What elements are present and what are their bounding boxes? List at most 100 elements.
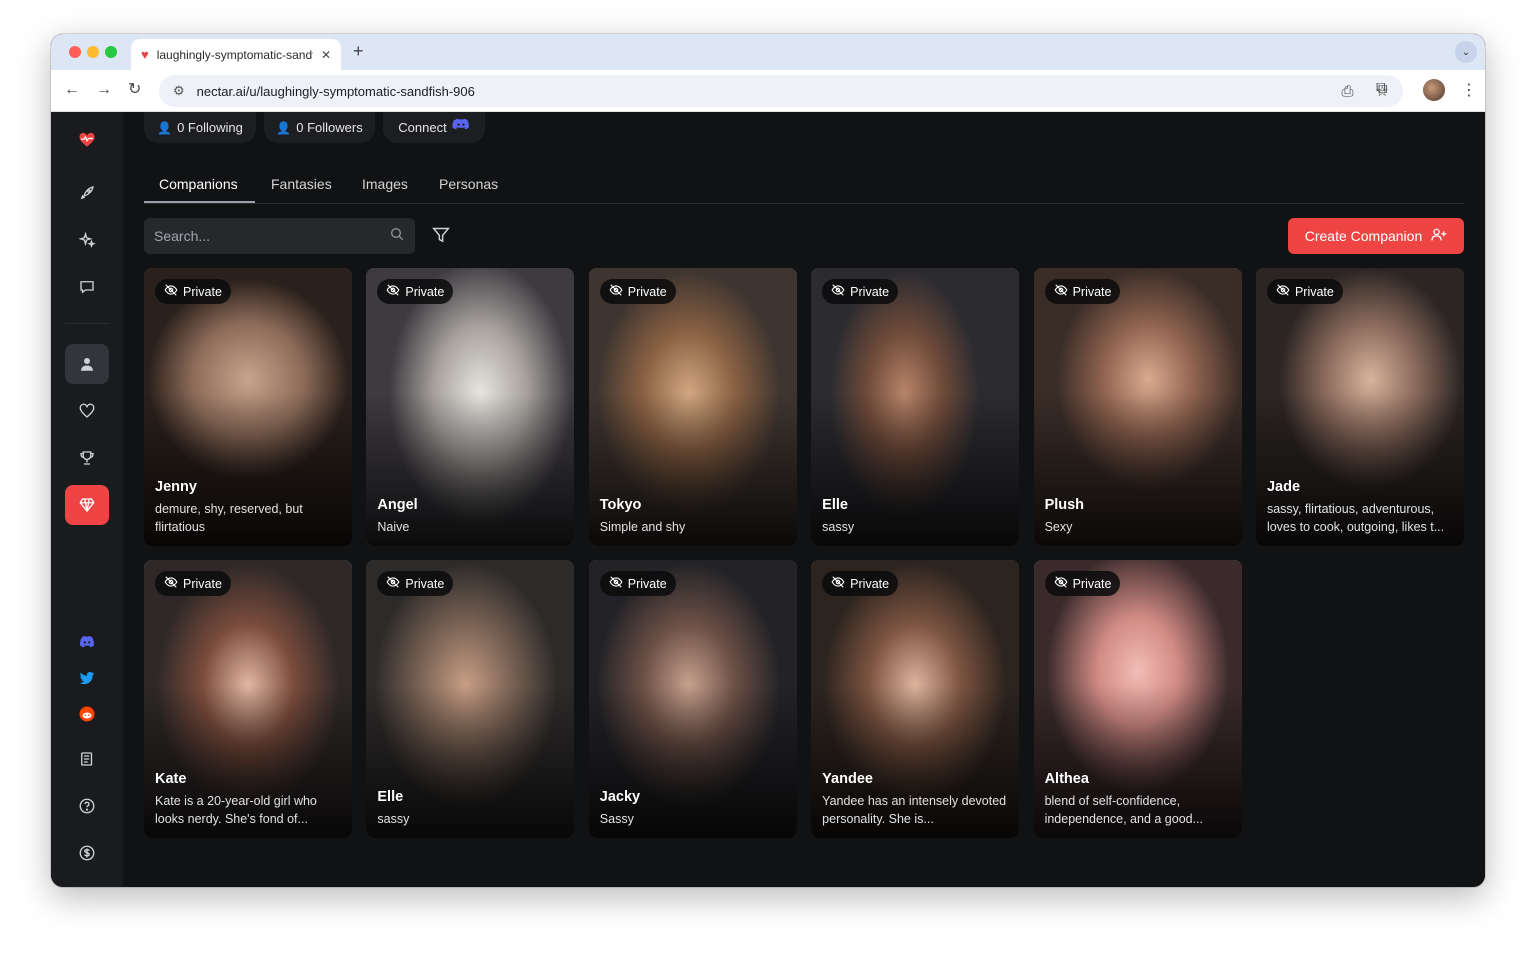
- companion-description: Yandee has an intensely devoted personal…: [822, 794, 1007, 826]
- reddit-icon[interactable]: [65, 694, 109, 734]
- companion-description: sassy: [822, 520, 855, 534]
- connect-discord-button[interactable]: Connect: [383, 112, 485, 143]
- eye-off-icon: [831, 284, 845, 299]
- site-settings-icon[interactable]: ⚙: [173, 83, 185, 99]
- tab-images[interactable]: Images: [362, 176, 408, 204]
- browser-tab[interactable]: ♥ laughingly-symptomatic-sandfish-906 ✕: [131, 39, 341, 70]
- close-tab-icon[interactable]: ✕: [321, 48, 331, 62]
- companion-card[interactable]: Private Jenny demure, shy, reserved, but…: [144, 268, 352, 546]
- private-badge: Private: [1266, 279, 1343, 304]
- add-user-icon: [1430, 227, 1447, 245]
- profile-avatar[interactable]: [1423, 79, 1445, 101]
- companion-description: Simple and shy: [599, 520, 686, 534]
- heart-pulse-icon[interactable]: [65, 120, 109, 160]
- heart-icon[interactable]: [65, 391, 109, 431]
- more-options-icon[interactable]: ⋮: [1461, 80, 1477, 100]
- companion-card[interactable]: Private Tokyo Simple and shy: [588, 268, 797, 546]
- companion-name: Kate: [155, 771, 187, 787]
- connect-label: Connect: [398, 120, 447, 135]
- search-box: [144, 218, 415, 254]
- companion-description: sassy, flirtatious, adventurous, loves t…: [1266, 502, 1445, 534]
- private-label: Private: [627, 284, 667, 299]
- private-label: Private: [405, 284, 445, 299]
- twitter-icon[interactable]: [65, 658, 109, 698]
- minimize-window-button[interactable]: [87, 46, 99, 58]
- companion-card[interactable]: Private Jacky Sassy: [588, 560, 797, 838]
- trophy-icon[interactable]: [65, 438, 109, 478]
- tab-personas[interactable]: Personas: [439, 176, 498, 204]
- chat-icon[interactable]: [65, 267, 109, 307]
- companion-name: Elle: [377, 789, 404, 805]
- gem-icon[interactable]: [65, 485, 109, 525]
- forward-arrow-icon[interactable]: →: [96, 80, 112, 100]
- card-text: Jade sassy, flirtatious, adventurous, lo…: [1267, 479, 1453, 536]
- card-text: Elle sassy: [377, 789, 563, 828]
- private-badge: Private: [599, 571, 676, 596]
- docs-icon[interactable]: [65, 739, 109, 779]
- discord-icon[interactable]: [65, 622, 109, 662]
- followers-count: 0 Followers: [296, 120, 363, 135]
- search-icon[interactable]: [389, 226, 405, 246]
- install-app-icon[interactable]: ⎙: [1342, 83, 1354, 100]
- back-arrow-icon[interactable]: ←: [64, 80, 80, 100]
- search-input[interactable]: [154, 228, 389, 244]
- eye-off-icon: [609, 284, 623, 299]
- private-label: Private: [1072, 284, 1112, 299]
- eye-off-icon: [164, 576, 178, 591]
- new-tab-icon[interactable]: +: [353, 41, 364, 62]
- nectar-heart-icon: ♥: [141, 47, 149, 62]
- close-window-button[interactable]: [69, 46, 81, 58]
- companion-card[interactable]: Private Jade sassy, flirtatious, adventu…: [1255, 268, 1464, 546]
- help-icon[interactable]: [65, 786, 109, 826]
- dollar-icon[interactable]: [65, 833, 109, 873]
- private-badge: Private: [599, 279, 676, 304]
- companion-card[interactable]: Private Elle sassy: [366, 560, 575, 838]
- companion-description: demure, shy, reserved, but flirtatious: [155, 502, 303, 534]
- companion-name: Althea: [1044, 771, 1089, 787]
- discord-icon: [452, 118, 470, 137]
- chevron-down-icon[interactable]: ⌄: [1455, 41, 1477, 63]
- reload-icon[interactable]: ↻: [128, 80, 141, 100]
- tab-companions[interactable]: Companions: [159, 176, 238, 204]
- user-icon[interactable]: [65, 344, 109, 384]
- private-label: Private: [627, 576, 667, 591]
- following-chip[interactable]: 👤 0 Following: [144, 112, 256, 143]
- companion-card[interactable]: Private Angel Naive: [366, 268, 575, 546]
- extensions-icon[interactable]: ⧉: [1376, 80, 1387, 98]
- create-companion-button[interactable]: Create Companion: [1288, 218, 1464, 254]
- companion-card[interactable]: Private Elle sassy: [811, 268, 1020, 546]
- companion-name: Elle: [822, 497, 848, 513]
- user-outline-icon: 👤: [276, 120, 292, 135]
- card-text: Althea blend of self-confidence, indepen…: [1045, 771, 1231, 828]
- companion-card[interactable]: Private Althea blend of self-confidence,…: [1033, 560, 1242, 838]
- card-text: Plush Sexy: [1045, 497, 1231, 536]
- sparkles-icon[interactable]: [65, 220, 109, 260]
- card-text: Yandee Yandee has an intensely devoted p…: [822, 771, 1008, 828]
- companion-card[interactable]: Private Yandee Yandee has an intensely d…: [811, 560, 1020, 838]
- followers-chip[interactable]: 👤 0 Followers: [264, 112, 375, 143]
- private-label: Private: [183, 284, 222, 299]
- card-text: Kate Kate is a 20-year-old girl who look…: [155, 771, 341, 828]
- url-text: nectar.ai/u/laughingly-symptomatic-sandf…: [196, 83, 475, 99]
- private-badge: Private: [377, 279, 454, 304]
- app-sidebar: [51, 112, 123, 887]
- tab-fantasies[interactable]: Fantasies: [271, 176, 332, 204]
- address-bar[interactable]: ⚙ nectar.ai/u/laughingly-symptomatic-san…: [159, 75, 1403, 107]
- companion-card[interactable]: Private Kate Kate is a 20-year-old girl …: [144, 560, 352, 838]
- companion-card[interactable]: Private Plush Sexy: [1033, 268, 1242, 546]
- browser-toolbar: ← → ↻ ⚙ nectar.ai/u/laughingly-symptomat…: [51, 70, 1485, 112]
- private-label: Private: [1072, 576, 1112, 591]
- user-outline-icon: 👤: [157, 120, 173, 135]
- private-label: Private: [405, 576, 445, 591]
- zoom-window-button[interactable]: [105, 46, 117, 58]
- companion-name: Jacky: [599, 789, 641, 805]
- rocket-icon[interactable]: [65, 173, 109, 213]
- card-text: Jenny demure, shy, reserved, but flirtat…: [155, 479, 341, 536]
- main-content: 👤 0 Following 👤 0 Followers Connect Comp…: [123, 112, 1485, 887]
- tab-title: laughingly-symptomatic-sandfish-906: [156, 47, 313, 62]
- private-label: Private: [850, 576, 890, 591]
- private-label: Private: [183, 576, 222, 591]
- companion-name: Jenny: [155, 479, 197, 495]
- filter-icon[interactable]: [431, 226, 451, 249]
- eye-off-icon: [1054, 284, 1068, 299]
